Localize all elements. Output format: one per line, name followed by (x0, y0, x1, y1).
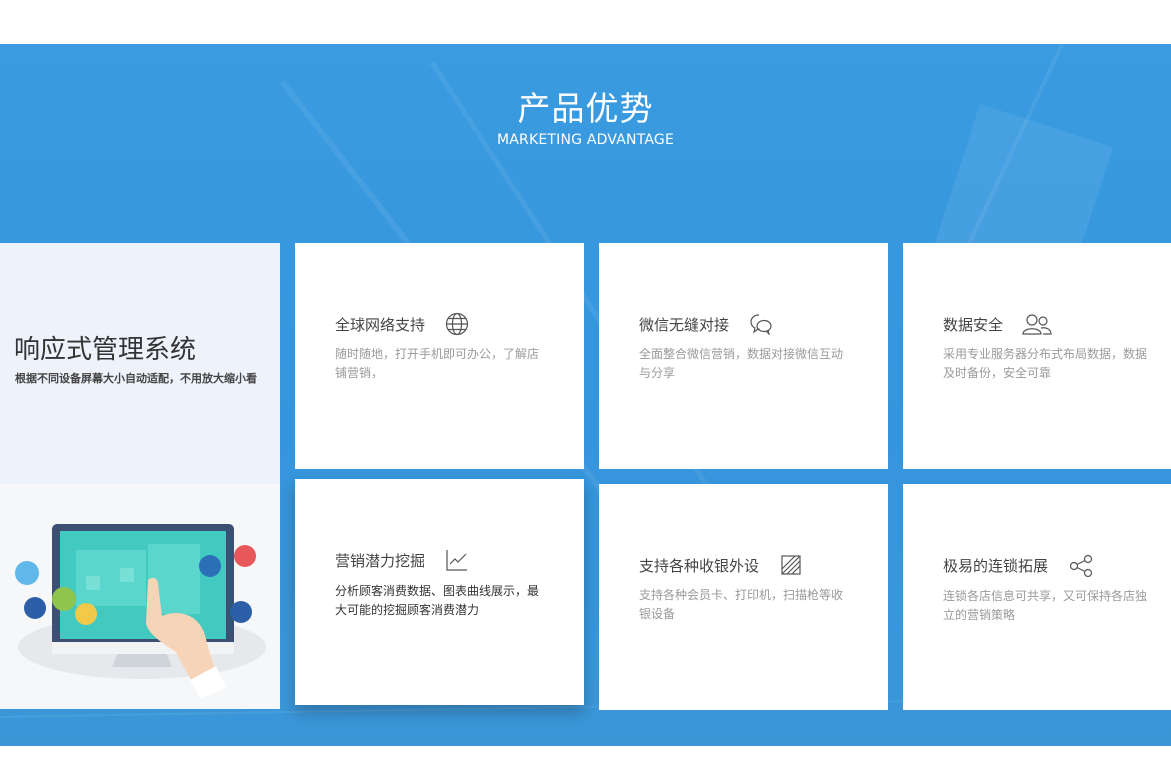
feature-description: 分析顾客消费数据、图表曲线展示，最大可能的挖掘顾客消费潜力 (335, 584, 540, 617)
top-whitespace (0, 0, 1171, 44)
bottom-whitespace (0, 746, 1171, 783)
chat-bubble-icon (749, 313, 773, 339)
globe-icon (445, 312, 469, 340)
feature-title: 数据安全 (943, 316, 1004, 334)
line-chart-icon (446, 549, 468, 575)
promo-title: 响应式管理系统 (14, 335, 197, 365)
section-subtitle: MARKETING ADVANTAGE (497, 132, 674, 148)
feature-card-cashier-devices[interactable]: 支持各种收银外设 支持各种会员卡、打印机，扫描枪等收银设备 (599, 484, 888, 710)
feature-title: 支持各种收银外设 (639, 557, 760, 575)
feature-card-chain-expansion[interactable]: 极易的连锁拓展 连锁各店信息可共享，又可保持各店独立的营销策略 (903, 484, 1171, 710)
feature-description: 采用专业服务器分布式布局数据，数据及时备份，安全可靠 (943, 347, 1148, 380)
feature-description: 随时随地，打开手机即可办公，了解店铺营销， (335, 347, 540, 380)
section-title: 产品优势 (517, 89, 654, 128)
feature-title: 全球网络支持 (335, 316, 426, 334)
feature-title: 极易的连锁拓展 (943, 557, 1049, 575)
users-icon (1021, 313, 1053, 339)
card-reader-icon (781, 555, 801, 579)
feature-title: 营销潜力挖掘 (335, 552, 426, 570)
feature-title: 微信无缝对接 (639, 316, 730, 334)
responsive-system-promo: 响应式管理系统 根据不同设备屏幕大小自动适配，不用放大缩小看 (0, 243, 280, 484)
promo-illustration (0, 484, 280, 709)
feature-card-wechat[interactable]: 微信无缝对接 全面整合微信营销，数据对接微信互动与分享 (599, 243, 888, 469)
section-heading: 产品优势 MARKETING ADVANTAGE (0, 82, 1171, 148)
feature-description: 全面整合微信营销，数据对接微信互动与分享 (639, 347, 844, 380)
share-icon (1069, 554, 1093, 582)
feature-card-marketing-potential[interactable]: 营销潜力挖掘 分析顾客消费数据、图表曲线展示，最大可能的挖掘顾客消费潜力 (295, 479, 584, 705)
feature-card-global-network[interactable]: 全球网络支持 随时随地，打开手机即可办公，了解店铺营销， (295, 243, 584, 469)
feature-description: 支持各种会员卡、打印机，扫描枪等收银设备 (639, 588, 844, 621)
monitor-illustration (15, 524, 266, 698)
promo-subtitle: 根据不同设备屏幕大小自动适配，不用放大缩小看 (15, 372, 257, 385)
feature-card-data-security[interactable]: 数据安全 采用专业服务器分布式布局数据，数据及时备份，安全可靠 (903, 243, 1171, 469)
feature-description: 连锁各店信息可共享，又可保持各店独立的营销策略 (943, 589, 1148, 622)
